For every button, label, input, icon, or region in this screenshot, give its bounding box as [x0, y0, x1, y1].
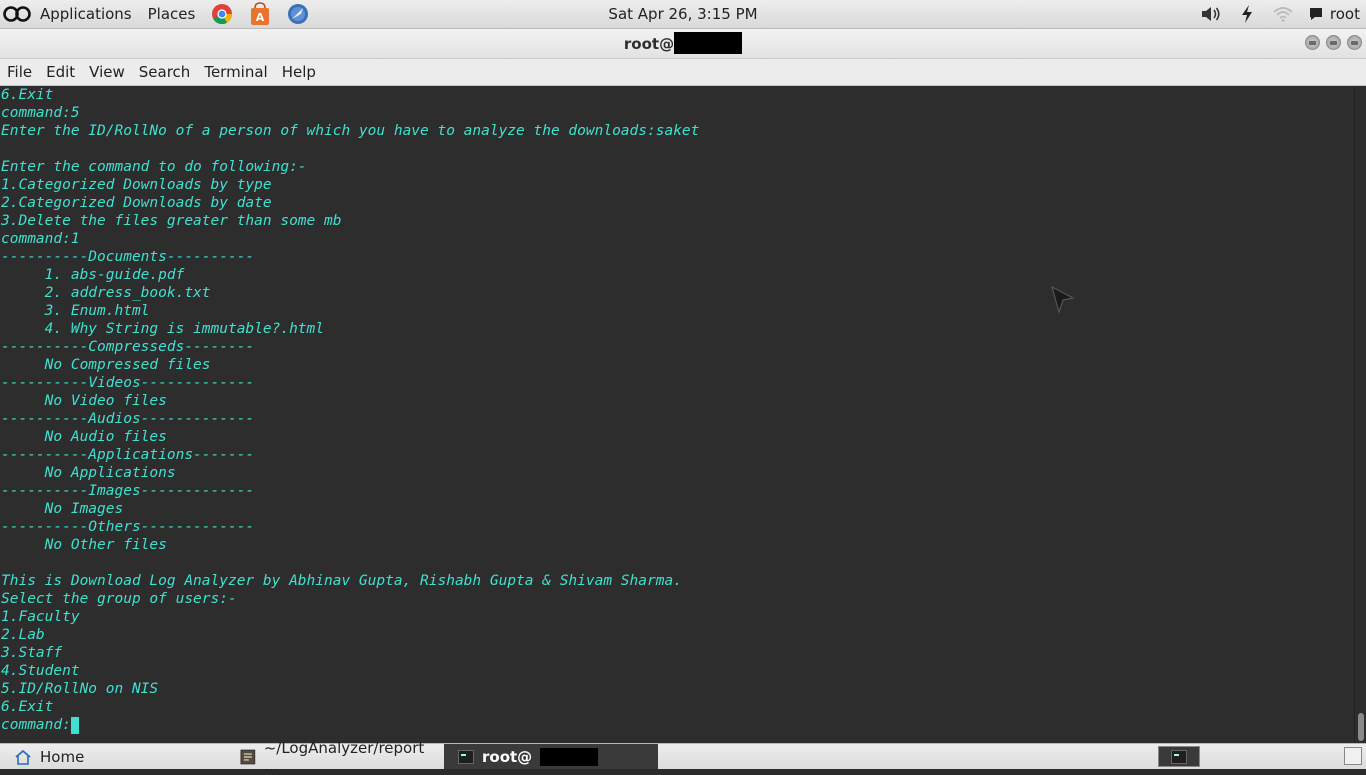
terminal-line: 4.Student [1, 663, 80, 679]
terminal-line: No Images [1, 501, 124, 517]
menu-search[interactable]: Search [132, 63, 198, 81]
close-button[interactable] [1347, 35, 1362, 50]
terminal-line: Select the group of users:- [1, 591, 237, 607]
task-home-label: Home [40, 747, 85, 766]
terminal-line: This is Download Log Analyzer by Abhinav… [1, 573, 682, 589]
terminal-line: command:1 [1, 231, 80, 247]
task-terminal[interactable]: root@ [444, 744, 658, 769]
terminal-scrollbar[interactable] [1354, 86, 1366, 743]
terminal-line: No Other files [1, 537, 167, 553]
network-globe-icon[interactable] [285, 1, 311, 27]
terminal-output: 6.Exit command:5 Enter the ID/RollNo of … [1, 86, 699, 734]
window-titlebar[interactable]: root@ [0, 29, 1366, 59]
clock[interactable]: Sat Apr 26, 3:15 PM [608, 5, 757, 23]
task-file-editor[interactable]: ~/LogAnalyzer/report ... [226, 739, 440, 775]
redacted-hostname [674, 31, 743, 54]
terminal-line: 6.Exit [1, 699, 54, 715]
redacted-hostname [540, 747, 599, 766]
volume-icon[interactable] [1200, 3, 1222, 25]
terminal-line: No Applications [1, 465, 176, 481]
terminal-cursor [70, 717, 79, 734]
chat-icon [1309, 8, 1322, 20]
terminal-line: ----------Others------------- [1, 519, 255, 535]
terminal-line: 1.Faculty [1, 609, 80, 625]
menu-edit[interactable]: Edit [39, 63, 82, 81]
scrollbar-thumb[interactable] [1358, 713, 1364, 741]
menu-file[interactable]: File [0, 63, 39, 81]
svg-text:A: A [256, 11, 265, 24]
terminal-line: 1.Categorized Downloads by type [1, 177, 272, 193]
terminal-line: command:5 [1, 105, 80, 121]
terminal-line: 4. Why String is immutable?.html [1, 321, 325, 337]
terminal-line: No Compressed files [1, 357, 211, 373]
top-panel: Applications Places A Sat Apr 26, 3:15 P… [0, 0, 1366, 29]
terminal-menubar: File Edit View Search Terminal Help [0, 59, 1366, 86]
terminal-line: 6.Exit [1, 87, 54, 103]
terminal-icon [1171, 749, 1187, 764]
menu-view[interactable]: View [82, 63, 132, 81]
terminal-line: No Video files [1, 393, 167, 409]
terminal-line: ----------Documents---------- [1, 249, 255, 265]
show-desktop-button[interactable] [1344, 747, 1362, 765]
terminal-line: Enter the ID/RollNo of a person of which… [1, 123, 700, 139]
text-editor-icon [240, 749, 256, 764]
menu-help[interactable]: Help [275, 63, 323, 81]
menu-terminal[interactable]: Terminal [197, 63, 274, 81]
terminal-line: 2. address_book.txt [1, 285, 211, 301]
terminal-line: command: [1, 717, 71, 733]
terminal-line: ----------Applications------- [1, 447, 255, 463]
terminal-line: 2.Categorized Downloads by date [1, 195, 272, 211]
terminal-line: 2.Lab [1, 627, 45, 643]
task-home[interactable]: Home [0, 744, 222, 769]
software-center-icon[interactable]: A [247, 1, 273, 27]
window-title: root@ [0, 31, 1366, 54]
workspace-switcher[interactable] [1158, 746, 1200, 767]
home-icon [15, 749, 31, 765]
power-icon[interactable] [1236, 3, 1258, 25]
mouse-pointer-icon [1051, 285, 1075, 318]
terminal-line: ----------Audios------------- [1, 411, 255, 427]
terminal-line: 3.Staff [1, 645, 63, 661]
terminal-line: ----------Compresseds-------- [1, 339, 255, 355]
wifi-icon[interactable] [1272, 3, 1294, 25]
terminal-line: 3. Enum.html [1, 303, 150, 319]
terminal-line: No Audio files [1, 429, 167, 445]
terminal-icon [458, 749, 474, 764]
places-menu[interactable]: Places [140, 5, 204, 23]
terminal-area[interactable]: 6.Exit command:5 Enter the ID/RollNo of … [0, 86, 1354, 743]
chrome-icon[interactable] [209, 1, 235, 27]
window-title-text: root@ [623, 35, 675, 53]
user-menu[interactable]: root [1308, 5, 1360, 23]
user-name: root [1329, 5, 1360, 23]
terminal-line: Enter the command to do following:- [1, 159, 307, 175]
applications-menu[interactable]: Applications [32, 5, 140, 23]
minimize-button[interactable] [1305, 35, 1320, 50]
task-terminal-label: root@ [482, 747, 533, 766]
bottom-taskbar: Home ~/LogAnalyzer/report ... root@ [0, 739, 1366, 775]
terminal-line: 5.ID/RollNo on NIS [1, 681, 159, 697]
terminal-line: 3.Delete the files greater than some mb [1, 213, 342, 229]
terminal-line: 1. abs-guide.pdf [1, 267, 185, 283]
terminal-line: ----------Videos------------- [1, 375, 255, 391]
terminal-line: ----------Images------------- [1, 483, 255, 499]
maximize-button[interactable] [1326, 35, 1341, 50]
task-report-label: ~/LogAnalyzer/report ... [263, 738, 425, 775]
gnome-foot-icon[interactable] [2, 0, 32, 28]
